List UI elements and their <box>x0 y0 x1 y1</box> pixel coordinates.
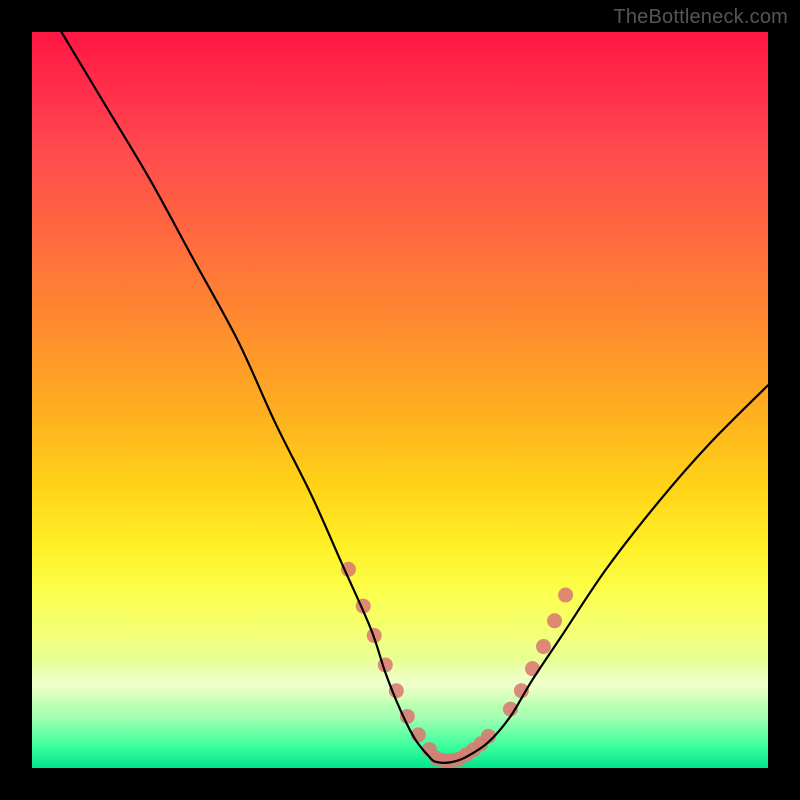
marker-dot <box>558 588 573 603</box>
chart-frame: TheBottleneck.com <box>0 0 800 800</box>
watermark-text: TheBottleneck.com <box>613 6 788 29</box>
marker-dot <box>547 613 562 628</box>
markers-group <box>341 562 573 768</box>
curve-layer <box>32 32 768 768</box>
marker-dot <box>525 661 540 676</box>
bottleneck-curve <box>61 32 768 763</box>
marker-dot <box>536 639 551 654</box>
plot-area <box>32 32 768 768</box>
